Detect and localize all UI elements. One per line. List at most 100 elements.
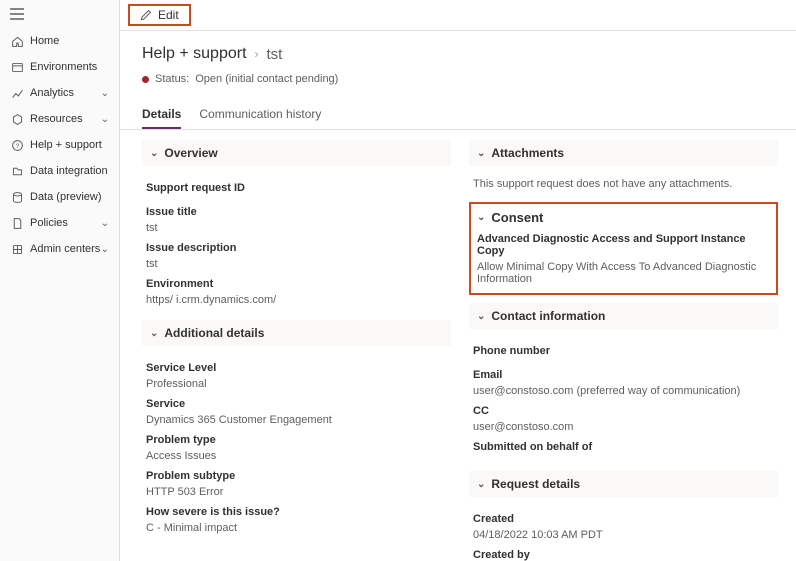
policies-icon — [10, 216, 24, 230]
sidebar-item-admin-centers[interactable]: Admin centers⌄ — [0, 236, 119, 262]
status-row: Status: Open (initial contact pending) — [142, 73, 774, 85]
created-value: 04/18/2022 10:03 AM PDT — [473, 529, 774, 541]
consent-header[interactable]: ⌄ Consent — [477, 208, 770, 229]
page-header: Help + support › tst Status: Open (initi… — [120, 31, 796, 93]
chevron-down-icon: ⌄ — [101, 88, 109, 99]
chevron-down-icon: ⌄ — [477, 212, 485, 223]
additional-details-body: Service Level Professional Service Dynam… — [142, 354, 451, 540]
tabs: Details Communication history — [120, 93, 796, 130]
support-request-id-label: Support request ID — [146, 182, 447, 194]
email-value: user@constoso.com (preferred way of comm… — [473, 385, 774, 397]
sidebar-item-label: Environments — [30, 61, 97, 73]
chevron-down-icon: ⌄ — [101, 244, 109, 255]
chevron-down-icon: ⌄ — [477, 148, 485, 159]
chevron-right-icon: › — [255, 47, 259, 61]
consent-title: Advanced Diagnostic Access and Support I… — [477, 233, 770, 257]
breadcrumb-current: tst — [267, 46, 283, 63]
sidebar-item-label: Data integration — [30, 165, 108, 177]
sidebar-item-analytics[interactable]: Analytics ⌄ — [0, 80, 119, 106]
env-icon — [10, 60, 24, 74]
tab-details[interactable]: Details — [142, 107, 181, 129]
issue-desc-label: Issue description — [146, 242, 447, 254]
sidebar-item-label: Admin centers — [30, 243, 100, 255]
status-value: Open (initial contact pending) — [195, 73, 338, 85]
status-dot-icon — [142, 76, 149, 83]
sidebar-item-label: Help + support — [30, 139, 102, 151]
chevron-down-icon: ⌄ — [477, 311, 485, 322]
behalf-label: Submitted on behalf of — [473, 441, 774, 453]
hamburger-icon — [10, 8, 24, 20]
severity-label: How severe is this issue? — [146, 506, 447, 518]
problem-subtype-label: Problem subtype — [146, 470, 447, 482]
home-icon — [10, 34, 24, 48]
contact-header[interactable]: ⌄ Contact information — [469, 303, 778, 329]
left-column: ⌄ Overview Support request ID Issue titl… — [142, 140, 451, 561]
sidebar-item-policies[interactable]: Policies ⌄ — [0, 210, 119, 236]
sidebar: Home Environments Analytics ⌄ Resources ⌄? Hel… — [0, 0, 120, 561]
environment-label: Environment — [146, 278, 447, 290]
edit-label: Edit — [158, 8, 179, 22]
help-icon: ? — [10, 138, 24, 152]
toolbar: Edit — [120, 0, 796, 31]
chevron-down-icon: ⌄ — [101, 218, 109, 229]
created-by-label: Created by — [473, 549, 774, 561]
attachments-none: This support request does not have any a… — [469, 174, 778, 194]
request-details-body: Created 04/18/2022 10:03 AM PDT Created … — [469, 505, 778, 561]
chevron-down-icon: ⌄ — [101, 114, 109, 125]
chevron-down-icon: ⌄ — [477, 479, 485, 490]
sidebar-item-label: Resources — [30, 113, 83, 125]
svg-text:?: ? — [15, 142, 19, 149]
overview-header[interactable]: ⌄ Overview — [142, 140, 451, 166]
created-label: Created — [473, 513, 774, 525]
chevron-down-icon: ⌄ — [150, 148, 158, 159]
overview-body: Support request ID Issue title tst Issue… — [142, 174, 451, 312]
analytics-icon — [10, 86, 24, 100]
service-label: Service — [146, 398, 447, 410]
phone-label: Phone number — [473, 345, 774, 357]
sidebar-item-resources[interactable]: Resources ⌄ — [0, 106, 119, 132]
sidebar-item-home[interactable]: Home — [0, 28, 119, 54]
issue-desc-value: tst — [146, 258, 447, 270]
contact-body: Phone number Email user@constoso.com (pr… — [469, 337, 778, 463]
sidebar-item-environments[interactable]: Environments — [0, 54, 119, 80]
sidebar-item-data-preview-[interactable]: Data (preview) — [0, 184, 119, 210]
issue-title-value: tst — [146, 222, 447, 234]
dataint-icon — [10, 164, 24, 178]
environment-value: https/ i.crm.dynamics.com/ — [146, 294, 447, 306]
edit-button[interactable]: Edit — [128, 4, 191, 26]
email-label: Email — [473, 369, 774, 381]
issue-title-label: Issue title — [146, 206, 447, 218]
hamburger-menu[interactable] — [0, 0, 119, 28]
status-label: Status: — [155, 73, 189, 85]
breadcrumb-parent[interactable]: Help + support — [142, 45, 247, 63]
sidebar-item-help-support[interactable]: ? Help + support — [0, 132, 119, 158]
admin-icon — [10, 242, 24, 256]
cc-value: user@constoso.com — [473, 421, 774, 433]
service-level-label: Service Level — [146, 362, 447, 374]
problem-subtype-value: HTTP 503 Error — [146, 486, 447, 498]
breadcrumb: Help + support › tst — [142, 45, 774, 63]
service-value: Dynamics 365 Customer Engagement — [146, 414, 447, 426]
sidebar-item-label: Analytics — [30, 87, 74, 99]
sidebar-item-label: Data (preview) — [30, 191, 102, 203]
cc-label: CC — [473, 405, 774, 417]
chevron-down-icon: ⌄ — [150, 328, 158, 339]
problem-type-label: Problem type — [146, 434, 447, 446]
consent-section: ⌄ Consent Advanced Diagnostic Access and… — [469, 202, 778, 295]
data-icon — [10, 190, 24, 204]
additional-details-header[interactable]: ⌄ Additional details — [142, 320, 451, 346]
sidebar-item-data-integration[interactable]: Data integration — [0, 158, 119, 184]
severity-value: C - Minimal impact — [146, 522, 447, 534]
sidebar-item-label: Policies — [30, 217, 68, 229]
content-body: ⌄ Overview Support request ID Issue titl… — [120, 130, 796, 561]
resources-icon — [10, 112, 24, 126]
service-level-value: Professional — [146, 378, 447, 390]
right-column: ⌄ Attachments This support request does … — [469, 140, 778, 561]
request-details-header[interactable]: ⌄ Request details — [469, 471, 778, 497]
attachments-header[interactable]: ⌄ Attachments — [469, 140, 778, 166]
pencil-icon — [140, 9, 152, 21]
main: Edit Help + support › tst Status: Open (… — [120, 0, 796, 561]
problem-type-value: Access Issues — [146, 450, 447, 462]
tab-communication-history[interactable]: Communication history — [199, 107, 321, 129]
sidebar-item-label: Home — [30, 35, 59, 47]
